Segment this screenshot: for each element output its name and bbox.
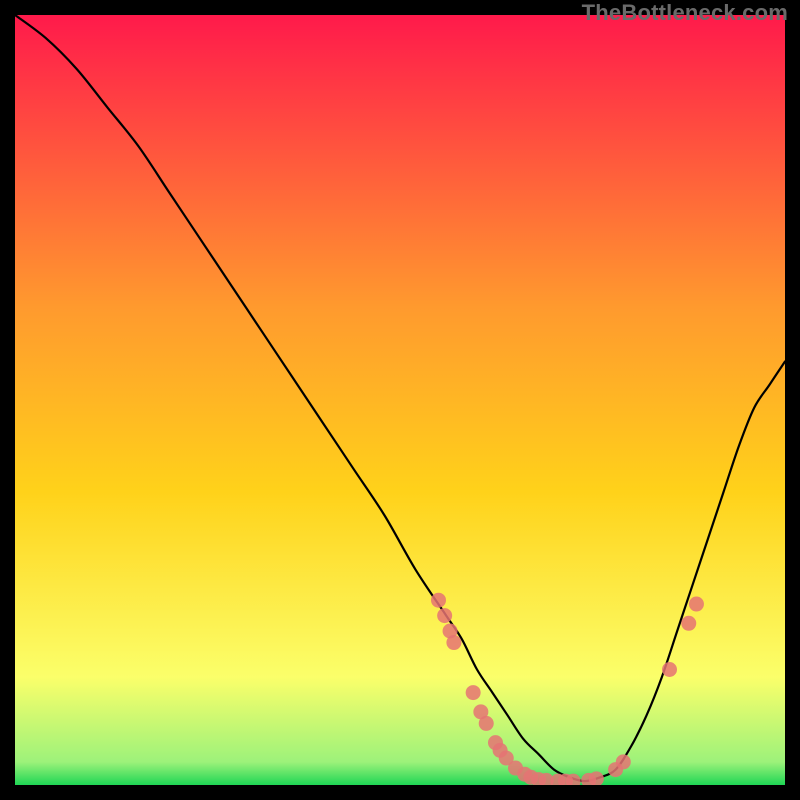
chart-frame	[15, 15, 785, 785]
marker-dot	[437, 608, 452, 623]
marker-dot	[616, 754, 631, 769]
marker-dot	[479, 716, 494, 731]
marker-dot	[466, 685, 481, 700]
marker-dot	[689, 597, 704, 612]
marker-dot	[446, 635, 461, 650]
watermark-text: TheBottleneck.com	[582, 0, 788, 26]
bottleneck-chart	[15, 15, 785, 785]
marker-dot	[431, 593, 446, 608]
marker-dot	[662, 662, 677, 677]
marker-dot	[681, 616, 696, 631]
